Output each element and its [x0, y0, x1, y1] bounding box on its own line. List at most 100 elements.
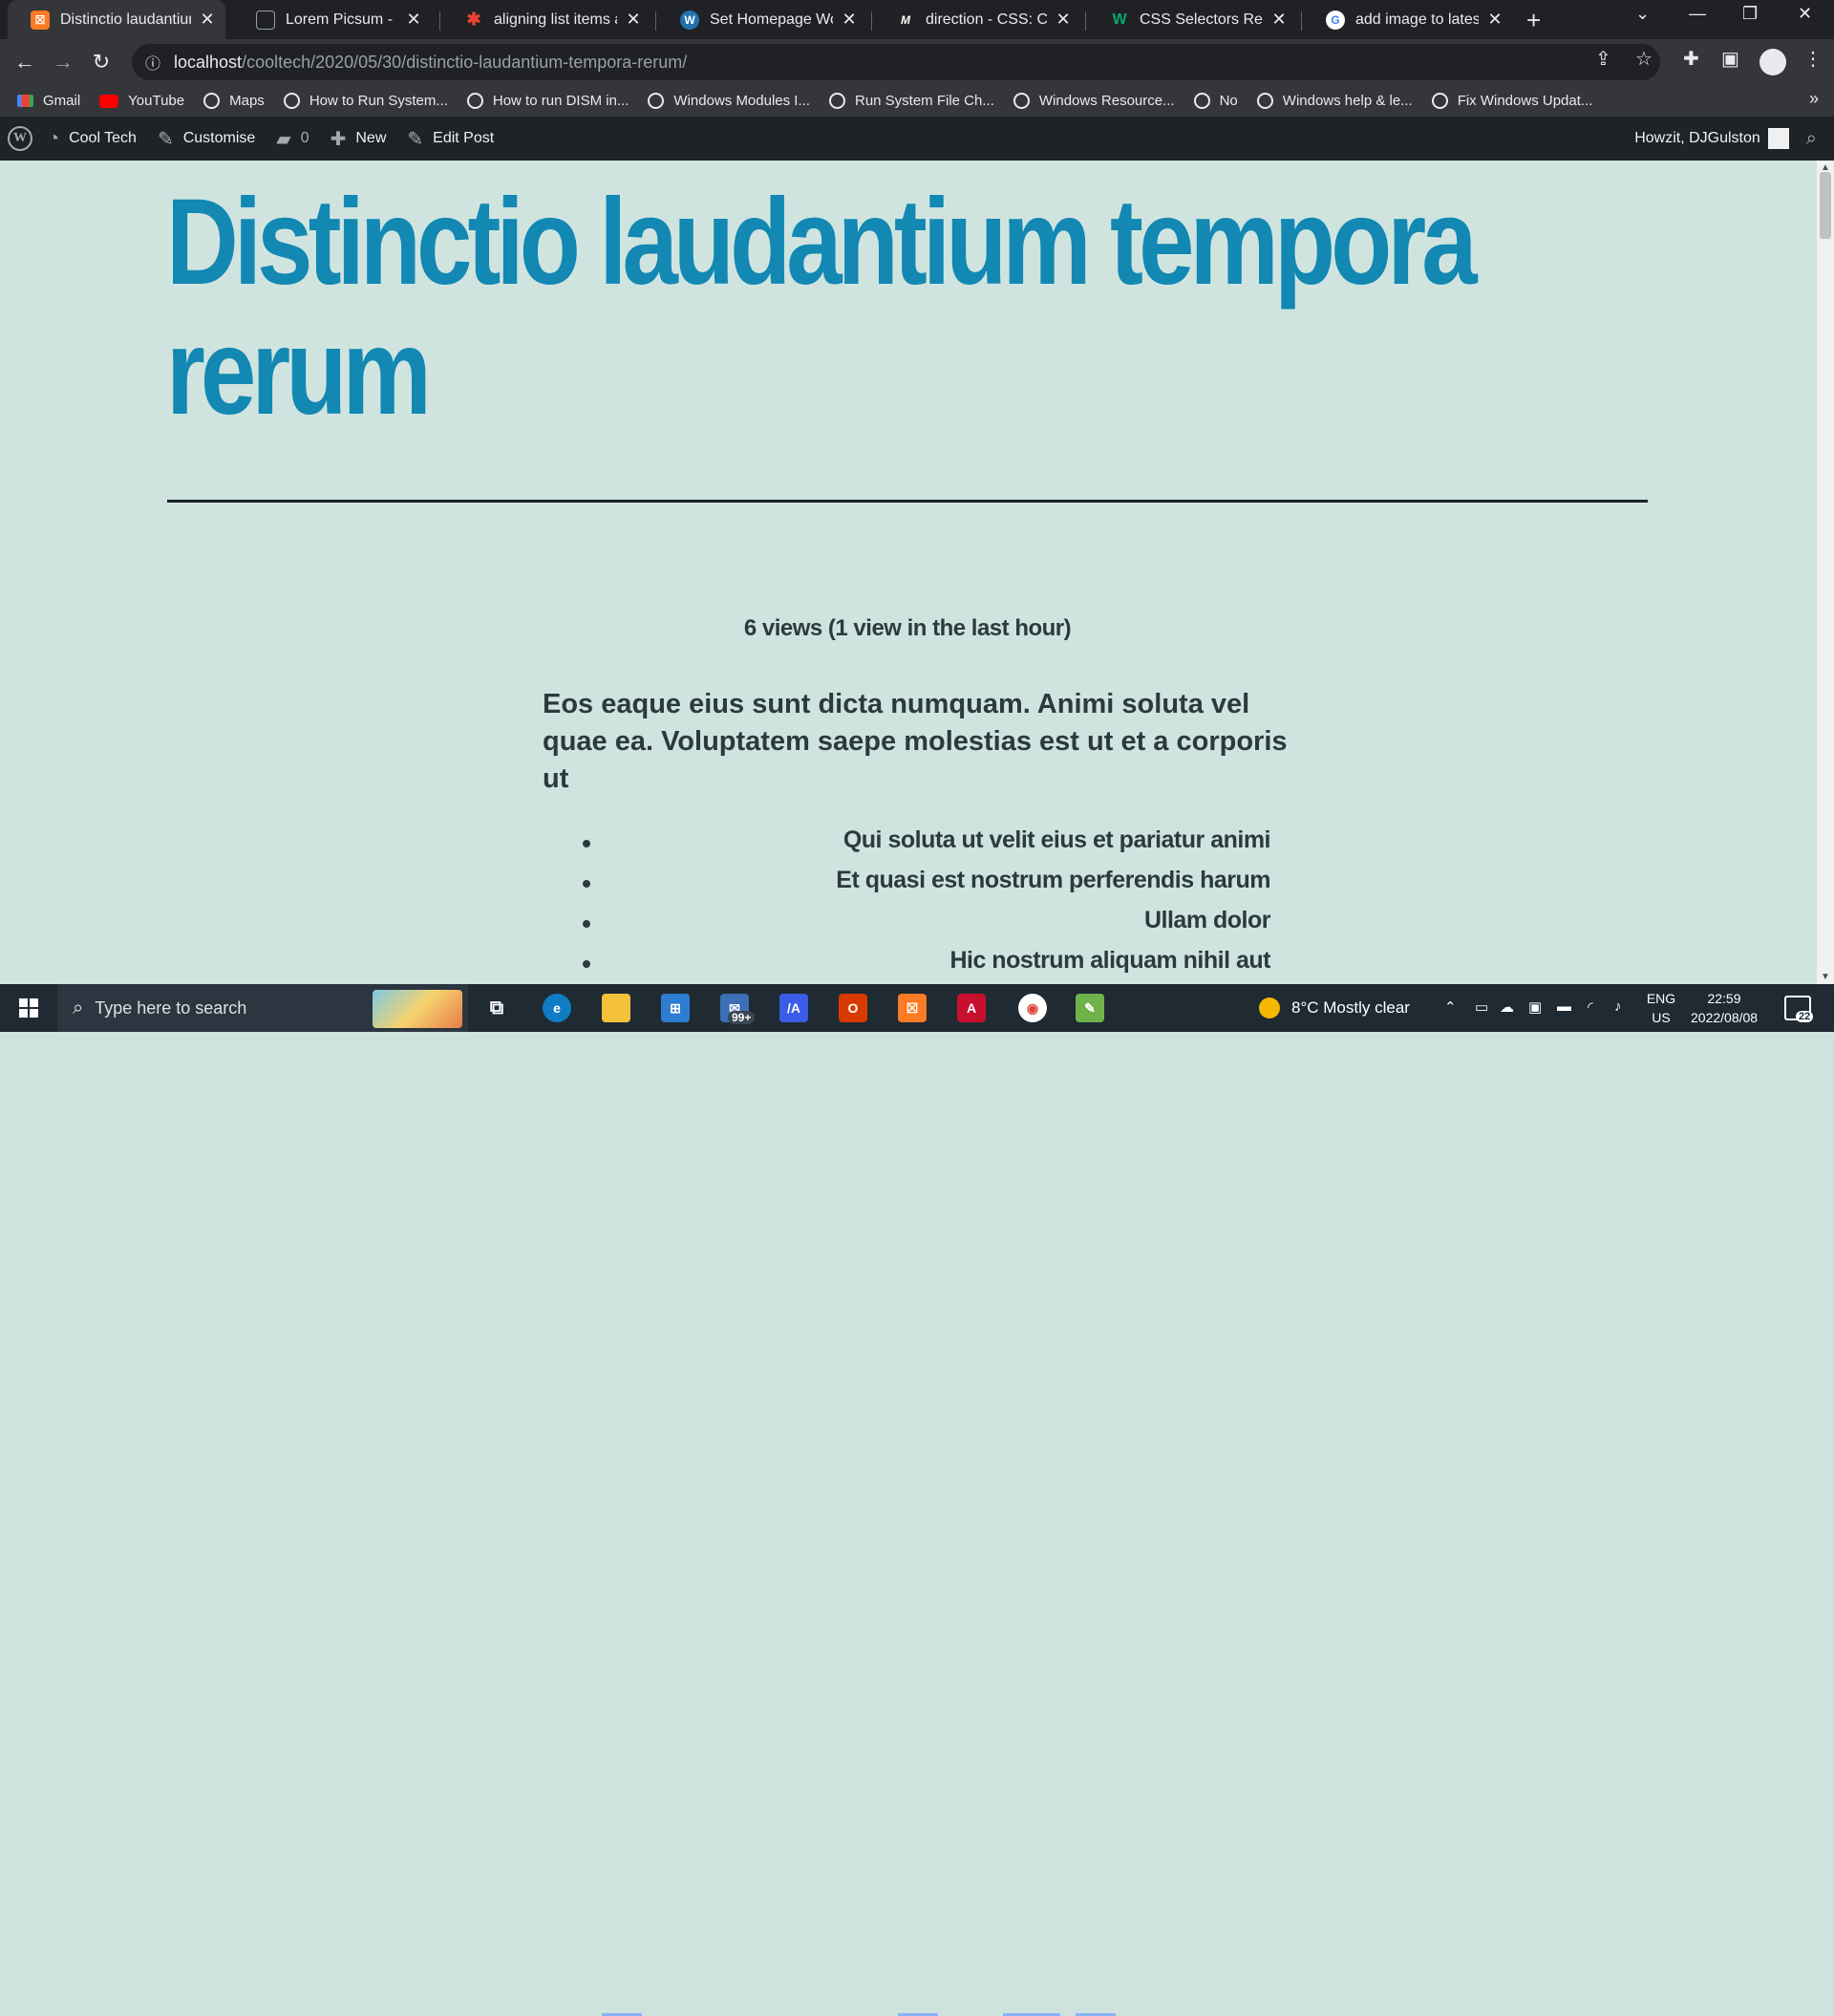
meet-now-icon[interactable]: ▭: [1475, 998, 1488, 1016]
chrome-icon[interactable]: ◉: [1018, 994, 1047, 1022]
edit-post-label: Edit Post: [433, 130, 495, 146]
menu-icon[interactable]: ⋮: [1803, 47, 1823, 71]
tab-1[interactable]: Lorem Picsum - Image ✕: [233, 0, 432, 39]
list-item: Qui soluta ut velit eius et pariatur ani…: [573, 826, 1271, 867]
site-info-icon[interactable]: ⓘ: [145, 51, 160, 74]
tab-4[interactable]: M direction - CSS: Casca ✕: [873, 0, 1081, 39]
lorem-picsum-icon: [256, 10, 275, 30]
bookmark-label: Windows Resource...: [1038, 93, 1175, 109]
forward-button[interactable]: →: [48, 47, 78, 77]
customise-link[interactable]: ✎ Customise: [158, 127, 255, 151]
notepad-icon[interactable]: ✎: [1076, 994, 1104, 1022]
tab-3[interactable]: W Set Homepage WordP ✕: [657, 0, 867, 39]
battery-icon[interactable]: ▬: [1557, 998, 1571, 1015]
show-hidden-icons[interactable]: ⌃: [1444, 998, 1457, 1016]
file-explorer-icon[interactable]: [602, 994, 630, 1022]
bookmark-label: How to Run System...: [309, 93, 448, 109]
comments-link[interactable]: ▰ 0: [276, 127, 309, 151]
bookmark-item[interactable]: Fix Windows Updat...: [1431, 93, 1592, 109]
tab-2[interactable]: ✱ aligning list items and ✕: [441, 0, 651, 39]
xampp-icon[interactable]: ☒: [898, 994, 927, 1022]
mdn-icon: M: [901, 12, 910, 27]
tab-5[interactable]: W CSS Selectors Referen ✕: [1087, 0, 1297, 39]
page-scrollbar[interactable]: ▲ ▼: [1817, 161, 1834, 984]
share-icon[interactable]: ⇪: [1595, 47, 1611, 71]
windows-start-icon[interactable]: [19, 998, 38, 1018]
tab-6[interactable]: G add image to latest p ✕: [1303, 0, 1513, 39]
tab-title: Distinctio laudantium: [60, 11, 191, 28]
office-icon[interactable]: O: [839, 994, 867, 1022]
bookmark-youtube[interactable]: YouTube: [99, 93, 184, 109]
user-avatar[interactable]: [1767, 128, 1789, 149]
tab-strip: ☒ Distinctio laudantium ✕ Lorem Picsum -…: [0, 0, 1834, 39]
task-view-icon[interactable]: ⧉: [482, 994, 511, 1022]
site-name-link[interactable]: ◔ Cool Tech: [48, 128, 137, 150]
reload-button[interactable]: ↻: [86, 47, 117, 77]
language-code: ENG: [1646, 991, 1676, 1006]
edge-icon[interactable]: e: [543, 994, 571, 1022]
microsoft-store-icon[interactable]: ⊞: [661, 994, 690, 1022]
bullet: [583, 920, 590, 928]
scroll-down-icon[interactable]: ▼: [1821, 972, 1830, 982]
address-bar[interactable]: ⓘ localhost/cooltech/2020/05/30/distinct…: [132, 44, 1660, 80]
extensions-icon[interactable]: ✚: [1683, 47, 1699, 71]
mail-badge: 99+: [728, 1011, 756, 1024]
close-tab-icon[interactable]: ✕: [625, 10, 642, 30]
url-path: /cooltech/2020/05/30/distinctio-laudanti…: [242, 52, 688, 72]
profile-avatar[interactable]: [1759, 49, 1786, 75]
globe-icon: [466, 93, 483, 109]
view-count: 6 views (1 view in the last hour): [743, 615, 1072, 641]
tab-separator: [871, 11, 872, 31]
bookmark-item[interactable]: Windows Modules I...: [648, 93, 810, 109]
back-button[interactable]: ←: [10, 47, 40, 77]
globe-icon: [828, 93, 845, 109]
search-highlight-image: [373, 990, 462, 1028]
bookmark-maps[interactable]: Maps: [203, 93, 265, 109]
post-list: Qui soluta ut velit eius et pariatur ani…: [573, 826, 1271, 984]
more-bookmarks-icon[interactable]: »: [1809, 89, 1819, 109]
side-panel-icon[interactable]: ▣: [1721, 47, 1739, 71]
close-tab-icon[interactable]: ✕: [841, 10, 858, 30]
notification-count: 22: [1796, 1011, 1814, 1022]
wordpress-logo-icon[interactable]: W: [8, 126, 32, 151]
new-content-link[interactable]: ✚ New: [331, 127, 387, 151]
clock-date: 2022/08/08: [1691, 1010, 1759, 1025]
close-tab-icon[interactable]: ✕: [1486, 10, 1503, 30]
post-lead-paragraph: Eos eaque eius sunt dicta numquam. Animi…: [543, 689, 1288, 794]
close-tab-icon[interactable]: ✕: [1055, 10, 1072, 30]
scroll-thumb[interactable]: [1820, 172, 1831, 239]
bookmark-label: Windows help & le...: [1282, 93, 1413, 109]
wordpress-icon: W: [680, 10, 699, 30]
close-window-button[interactable]: ✕: [1798, 4, 1812, 24]
visual-studio-icon[interactable]: /A: [779, 994, 808, 1022]
new-tab-button[interactable]: +: [1526, 6, 1541, 35]
weather-widget[interactable]: 8°C Mostly clear: [1259, 984, 1410, 1032]
close-tab-icon[interactable]: ✕: [405, 10, 422, 30]
wifi-icon[interactable]: ◜: [1588, 998, 1593, 1016]
taskbar-search[interactable]: ⌕ Type here to search: [57, 984, 468, 1032]
bookmark-item[interactable]: How to run DISM in...: [466, 93, 629, 109]
bookmark-gmail[interactable]: Gmail: [17, 93, 80, 109]
system-clock[interactable]: 22:59 2022/08/08: [1691, 989, 1758, 1027]
bookmark-item[interactable]: No: [1193, 93, 1238, 109]
bookmark-item[interactable]: Windows Resource...: [1013, 93, 1175, 109]
tab-0[interactable]: ☒ Distinctio laudantium ✕: [8, 0, 225, 39]
acrobat-icon[interactable]: A: [957, 994, 986, 1022]
search-icon[interactable]: ⌕: [1806, 128, 1817, 150]
bookmark-star-icon[interactable]: ☆: [1635, 47, 1653, 71]
onedrive-icon[interactable]: ☁: [1500, 998, 1514, 1016]
display-icon[interactable]: ▣: [1528, 998, 1542, 1016]
customise-label: Customise: [182, 130, 256, 146]
close-tab-icon[interactable]: ✕: [199, 10, 216, 30]
restore-button[interactable]: ❐: [1742, 4, 1758, 24]
close-tab-icon[interactable]: ✕: [1270, 10, 1288, 30]
language-indicator[interactable]: ENG US: [1645, 989, 1677, 1027]
minimize-button[interactable]: —: [1689, 4, 1706, 24]
volume-icon[interactable]: ♪: [1614, 998, 1622, 1015]
tab-search-icon[interactable]: ⌄: [1635, 4, 1650, 24]
edit-post-link[interactable]: ✎ Edit Post: [407, 127, 494, 151]
bookmark-item[interactable]: Run System File Ch...: [828, 93, 994, 109]
bookmark-item[interactable]: How to Run System...: [283, 93, 448, 109]
user-greeting[interactable]: Howzit, DJGulston: [1634, 130, 1760, 147]
bookmark-item[interactable]: Windows help & le...: [1256, 93, 1413, 109]
